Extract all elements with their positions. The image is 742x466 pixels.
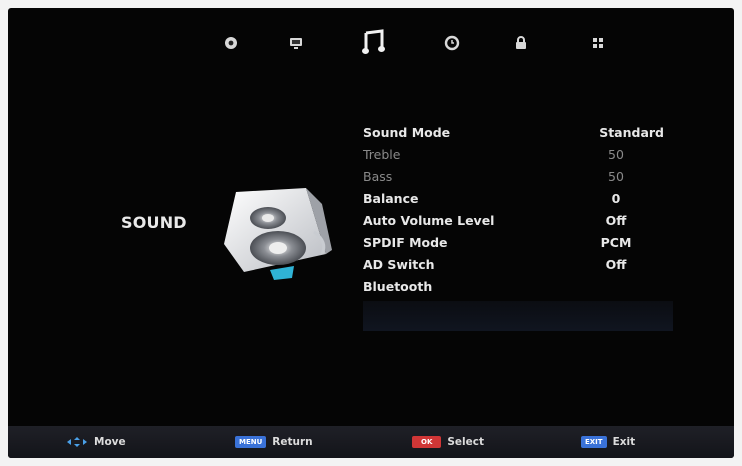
menu-value: Standard bbox=[599, 125, 664, 140]
dpad-icon bbox=[67, 437, 87, 447]
menu-label: Bass bbox=[363, 169, 393, 184]
hint-exit-label: Exit bbox=[612, 436, 636, 448]
hint-return: MENU Return bbox=[235, 426, 313, 458]
menu-row-sound-mode[interactable]: Sound Mode Standard bbox=[358, 122, 668, 144]
picture-icon[interactable] bbox=[214, 26, 248, 60]
hint-return-label: Return bbox=[272, 436, 313, 448]
hint-select-label: Select bbox=[447, 436, 485, 448]
hint-move: Move bbox=[66, 426, 126, 458]
exit-key-icon: EXIT bbox=[581, 436, 607, 448]
menu-value: PCM bbox=[600, 235, 632, 250]
sound-menu: Sound Mode Standard Treble 50 Bass 50 Ba… bbox=[358, 122, 668, 298]
lock-icon[interactable] bbox=[504, 26, 538, 60]
tv-screen: SOUND Sound Mode Standard Treble 50 Bass… bbox=[8, 8, 734, 458]
category-tabs bbox=[8, 26, 734, 66]
menu-row-ad-switch[interactable]: AD Switch Off bbox=[358, 254, 668, 276]
speaker-icon bbox=[210, 184, 340, 284]
hint-select: OK Select bbox=[412, 426, 484, 458]
menu-value: Off bbox=[605, 213, 627, 228]
menu-value: Off bbox=[605, 257, 627, 272]
clock-icon[interactable] bbox=[435, 26, 469, 60]
menu-row-spdif-mode[interactable]: SPDIF Mode PCM bbox=[358, 232, 668, 254]
menu-row-balance[interactable]: Balance 0 bbox=[358, 188, 668, 210]
menu-value: 50 bbox=[608, 147, 624, 162]
help-bar: Move MENU Return OK Select EXIT Exit bbox=[8, 426, 734, 458]
menu-row-bluetooth[interactable]: Bluetooth bbox=[358, 276, 668, 298]
menu-label: SPDIF Mode bbox=[363, 235, 448, 250]
bluetooth-submenu-area bbox=[363, 301, 673, 331]
section-title: SOUND bbox=[121, 213, 187, 232]
menu-row-auto-volume-level[interactable]: Auto Volume Level Off bbox=[358, 210, 668, 232]
hint-move-label: Move bbox=[94, 436, 126, 448]
ok-key-icon: OK bbox=[412, 436, 442, 448]
grid-icon[interactable] bbox=[581, 26, 615, 60]
display-icon[interactable] bbox=[279, 26, 313, 60]
menu-label: Balance bbox=[363, 191, 419, 206]
menu-value: 50 bbox=[608, 169, 624, 184]
menu-label: Treble bbox=[363, 147, 401, 162]
menu-value: 0 bbox=[611, 191, 621, 206]
menu-row-treble[interactable]: Treble 50 bbox=[358, 144, 668, 166]
menu-row-bass[interactable]: Bass 50 bbox=[358, 166, 668, 188]
menu-label: AD Switch bbox=[363, 257, 435, 272]
menu-label: Sound Mode bbox=[363, 125, 451, 140]
menu-key-icon: MENU bbox=[235, 436, 267, 448]
menu-label: Auto Volume Level bbox=[363, 213, 495, 228]
menu-label: Bluetooth bbox=[363, 279, 433, 294]
music-note-icon[interactable] bbox=[357, 26, 391, 60]
hint-exit: EXIT Exit bbox=[581, 426, 635, 458]
